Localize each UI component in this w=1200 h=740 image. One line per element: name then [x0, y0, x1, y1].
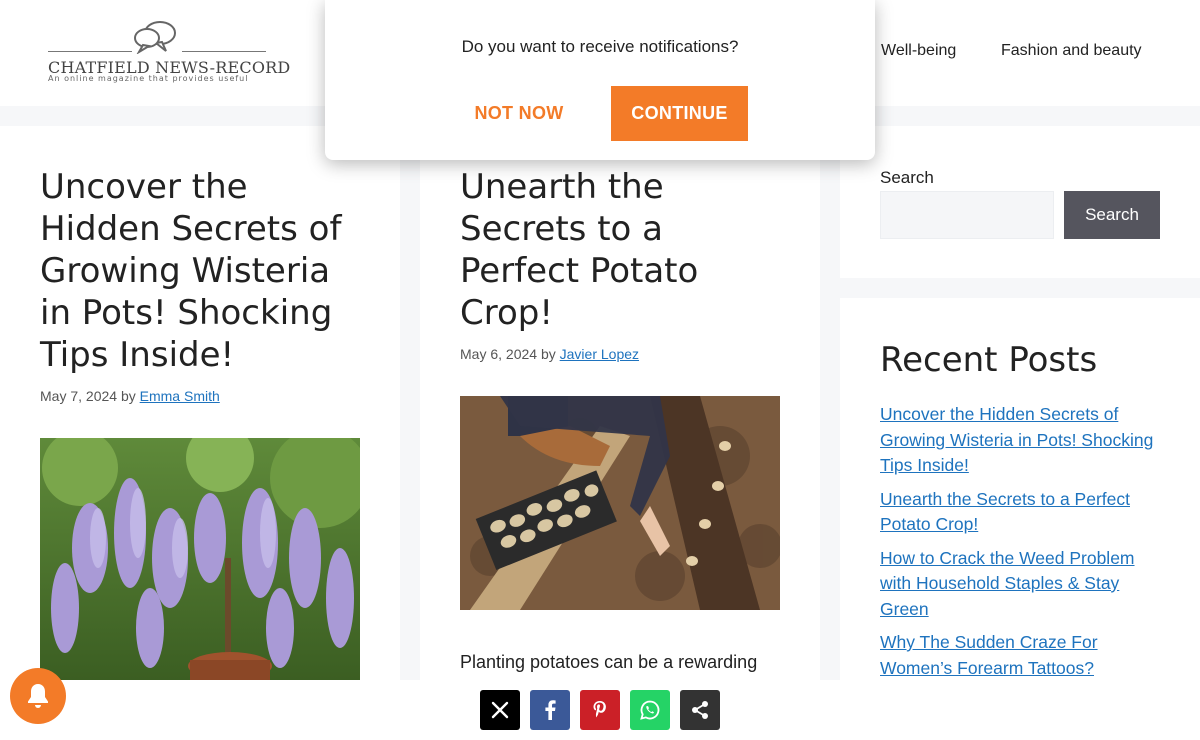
search-input[interactable] [880, 191, 1054, 239]
x-icon [491, 701, 509, 719]
notification-question: Do you want to receive notifications? [461, 37, 739, 56]
facebook-share-button[interactable] [530, 690, 570, 730]
post-author-link[interactable]: Javier Lopez [560, 346, 639, 362]
logo-rule-left [48, 51, 132, 52]
nav-item-well-being[interactable]: Well-being [881, 42, 956, 60]
post-date: May 6, 2024 [460, 346, 538, 362]
not-now-button[interactable]: NOT NOW [461, 86, 577, 141]
search-label: Search [880, 168, 934, 187]
generic-share-button[interactable] [680, 690, 720, 730]
logo-rule-right [182, 51, 266, 52]
search-button[interactable]: Search [1064, 191, 1160, 239]
speech-bubbles-icon [134, 21, 176, 54]
notification-prompt: Do you want to receive notifications? NO… [325, 0, 875, 160]
post-meta: May 6, 2024 by Javier Lopez [460, 346, 780, 362]
facebook-icon [545, 700, 556, 720]
post-author-link[interactable]: Emma Smith [140, 388, 220, 404]
share-icon [692, 701, 708, 719]
post-by: by [540, 346, 556, 362]
site-logo[interactable]: CHATFIELD NEWS-RECORD An online magazine… [46, 18, 290, 88]
list-item: Why The Sudden Craze For Women’s Forearm… [880, 630, 1160, 681]
list-item: How to Crack the Weed Problem with House… [880, 546, 1160, 623]
wisteria-photo[interactable] [40, 438, 360, 680]
post-card: Unearth the Secrets to a Perfect Potato … [420, 126, 820, 680]
nav-item-fashion-and-beauty[interactable]: Fashion and beauty [1001, 42, 1142, 60]
post-title[interactable]: Uncover the Hidden Secrets of Growing Wi… [40, 166, 370, 376]
list-item: Uncover the Hidden Secrets of Growing Wi… [880, 402, 1160, 479]
list-item: Unearth the Secrets to a Perfect Potato … [880, 487, 1160, 538]
post-by: by [120, 388, 136, 404]
post-date: May 7, 2024 [40, 388, 118, 404]
post-excerpt: Planting potatoes can be a rewarding [460, 652, 758, 672]
whatsapp-icon [640, 700, 660, 720]
site-tagline: An online magazine that provides useful [48, 74, 249, 83]
post-meta: May 7, 2024 by Emma Smith [40, 388, 370, 404]
pinterest-share-button[interactable] [580, 690, 620, 730]
pinterest-icon [593, 701, 606, 718]
continue-button[interactable]: CONTINUE [611, 86, 748, 141]
recent-posts-title: Recent Posts [880, 340, 1098, 380]
x-share-button[interactable] [480, 690, 520, 730]
bell-icon [28, 684, 48, 708]
recent-posts-list: Uncover the Hidden Secrets of Growing Wi… [880, 402, 1160, 689]
post-title[interactable]: Unearth the Secrets to a Perfect Potato … [460, 166, 780, 334]
post-card: Uncover the Hidden Secrets of Growing Wi… [0, 126, 400, 680]
recent-post-link[interactable]: Why The Sudden Craze For Women’s Forearm… [880, 632, 1098, 678]
recent-post-link[interactable]: Unearth the Secrets to a Perfect Potato … [880, 489, 1130, 535]
recent-post-link[interactable]: How to Crack the Weed Problem with House… [880, 548, 1135, 619]
potato-planting-photo[interactable] [460, 396, 780, 610]
recent-post-link[interactable]: Uncover the Hidden Secrets of Growing Wi… [880, 404, 1153, 475]
whatsapp-share-button[interactable] [630, 690, 670, 730]
notification-bell-button[interactable] [10, 668, 66, 724]
